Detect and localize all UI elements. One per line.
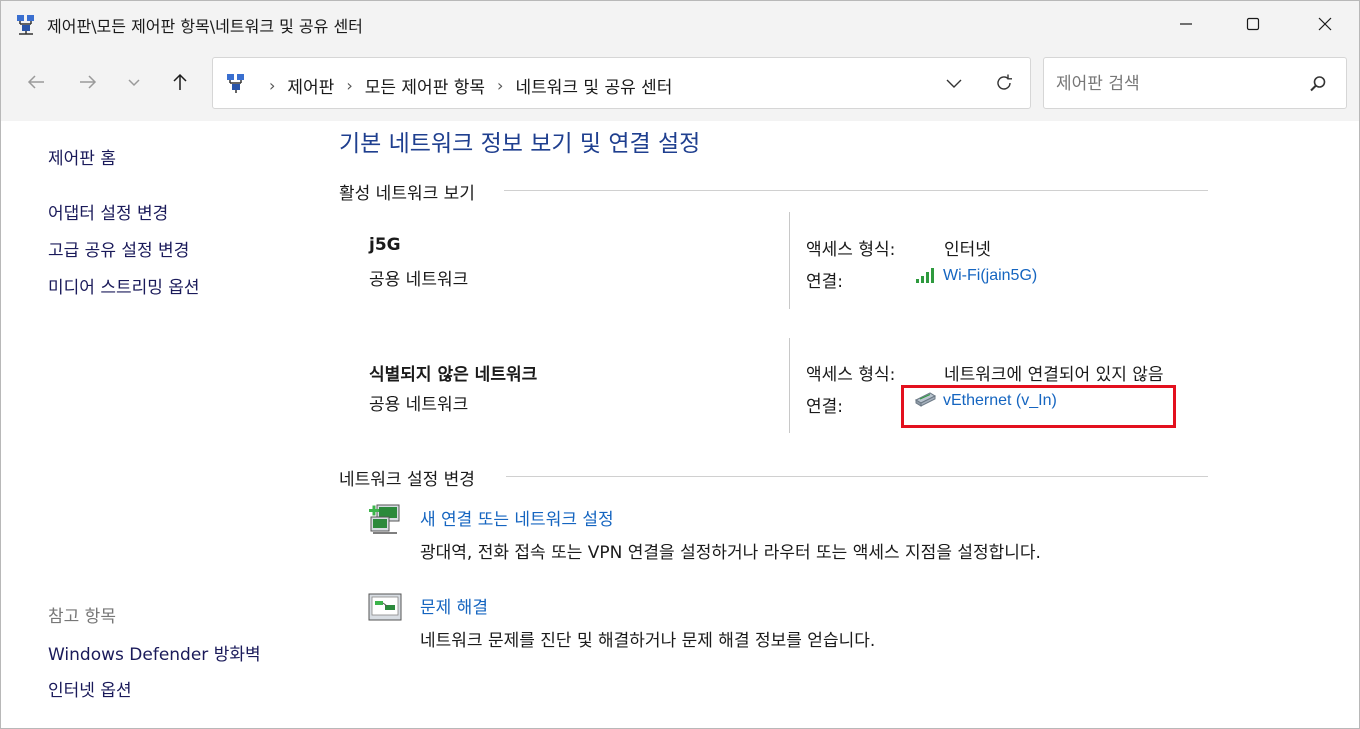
maximize-button[interactable]: [1230, 1, 1276, 47]
address-dropdown-button[interactable]: [942, 71, 966, 95]
windows-defender-firewall-link[interactable]: Windows Defender 방화벽: [48, 640, 261, 665]
breadcrumb-network-center[interactable]: 네트워크 및 공유 센터: [515, 73, 672, 98]
change-settings-heading: 네트워크 설정 변경: [339, 470, 475, 490]
network-type: 공용 네트워크: [369, 270, 469, 290]
forward-button[interactable]: [73, 67, 103, 97]
network-name: j5G: [369, 235, 401, 255]
wifi-signal-icon: [916, 268, 934, 283]
refresh-icon: [997, 74, 1012, 90]
highlight-annotation: [901, 385, 1176, 428]
network-name: 식별되지 않은 네트워크: [369, 365, 538, 385]
connection-label: 연결:: [806, 397, 844, 417]
troubleshoot-icon: [368, 593, 402, 621]
address-bar[interactable]: › 제어판 › 모든 제어판 항목 › 네트워크 및 공유 센터: [212, 57, 1031, 109]
access-type-value: 네트워크에 연결되어 있지 않음: [944, 365, 1164, 385]
chevron-down-icon: [946, 79, 962, 88]
chevron-down-icon: [128, 79, 140, 87]
control-panel-home-link[interactable]: 제어판 홈: [48, 144, 116, 169]
active-networks-heading: 활성 네트워크 보기: [339, 184, 475, 204]
back-button[interactable]: [21, 67, 51, 97]
breadcrumb-control-panel[interactable]: 제어판: [287, 73, 334, 98]
connection-label: 연결:: [806, 272, 844, 292]
setup-new-connection-description: 광대역, 전화 접속 또는 VPN 연결을 설정하거나 라우터 또는 액세스 지…: [420, 543, 1041, 563]
breadcrumb-separator[interactable]: ›: [497, 76, 503, 95]
title-bar: 제어판\모든 제어판 항목\네트워크 및 공유 센터: [1, 1, 1359, 47]
search-input[interactable]: [1056, 71, 1296, 97]
network-app-icon: [17, 15, 34, 35]
minimize-button[interactable]: [1163, 1, 1209, 47]
wifi-connection-link[interactable]: Wi-Fi(jain5G): [943, 267, 1037, 285]
section-divider: [504, 190, 1208, 191]
setup-new-connection-link[interactable]: 새 연결 또는 네트워크 설정: [420, 505, 614, 530]
page-title: 기본 네트워크 정보 보기 및 연결 설정: [339, 131, 701, 157]
up-button[interactable]: [165, 67, 195, 97]
maximize-icon: [1246, 17, 1260, 31]
network-sharing-center-window: 제어판\모든 제어판 항목\네트워크 및 공유 센터 › 제어판 › 모든 제어…: [0, 0, 1360, 729]
navigation-bar: › 제어판 › 모든 제어판 항목 › 네트워크 및 공유 센터: [1, 47, 1359, 121]
arrow-right-icon: [80, 75, 97, 89]
search-button[interactable]: [1306, 72, 1330, 96]
see-also-heading: 참고 항목: [48, 607, 116, 627]
access-type-value: 인터넷: [944, 240, 991, 260]
breadcrumb-all-items[interactable]: 모든 제어판 항목: [365, 73, 485, 98]
advanced-sharing-settings-link[interactable]: 고급 공유 설정 변경: [48, 236, 189, 261]
network-type: 공용 네트워크: [369, 395, 469, 415]
close-button[interactable]: [1302, 1, 1348, 47]
window-title: 제어판\모든 제어판 항목\네트워크 및 공유 센터: [47, 17, 363, 36]
network-location-icon: [227, 74, 244, 93]
arrow-up-icon: [173, 73, 187, 90]
close-icon: [1318, 17, 1332, 31]
breadcrumb-separator[interactable]: ›: [346, 76, 352, 95]
network-divider: [789, 212, 790, 309]
access-type-label: 액세스 형식:: [806, 365, 896, 385]
refresh-button[interactable]: [992, 71, 1016, 95]
section-divider: [506, 476, 1208, 477]
access-type-label: 액세스 형식:: [806, 240, 896, 260]
search-icon: [1310, 76, 1326, 92]
troubleshoot-description: 네트워크 문제를 진단 및 해결하거나 문제 해결 정보를 얻습니다.: [420, 631, 876, 651]
troubleshoot-link[interactable]: 문제 해결: [420, 593, 488, 618]
change-adapter-settings-link[interactable]: 어댑터 설정 변경: [48, 199, 168, 224]
new-connection-icon: [369, 504, 400, 534]
breadcrumb-separator[interactable]: ›: [269, 76, 275, 95]
search-box[interactable]: [1043, 57, 1347, 109]
recent-locations-button[interactable]: [119, 67, 149, 97]
internet-options-link[interactable]: 인터넷 옵션: [48, 676, 132, 701]
media-streaming-options-link[interactable]: 미디어 스트리밍 옵션: [48, 273, 200, 298]
network-divider: [789, 338, 790, 433]
minimize-icon: [1180, 23, 1192, 25]
arrow-left-icon: [27, 75, 44, 89]
breadcrumb: › 제어판 › 모든 제어판 항목 › 네트워크 및 공유 센터: [257, 73, 672, 98]
